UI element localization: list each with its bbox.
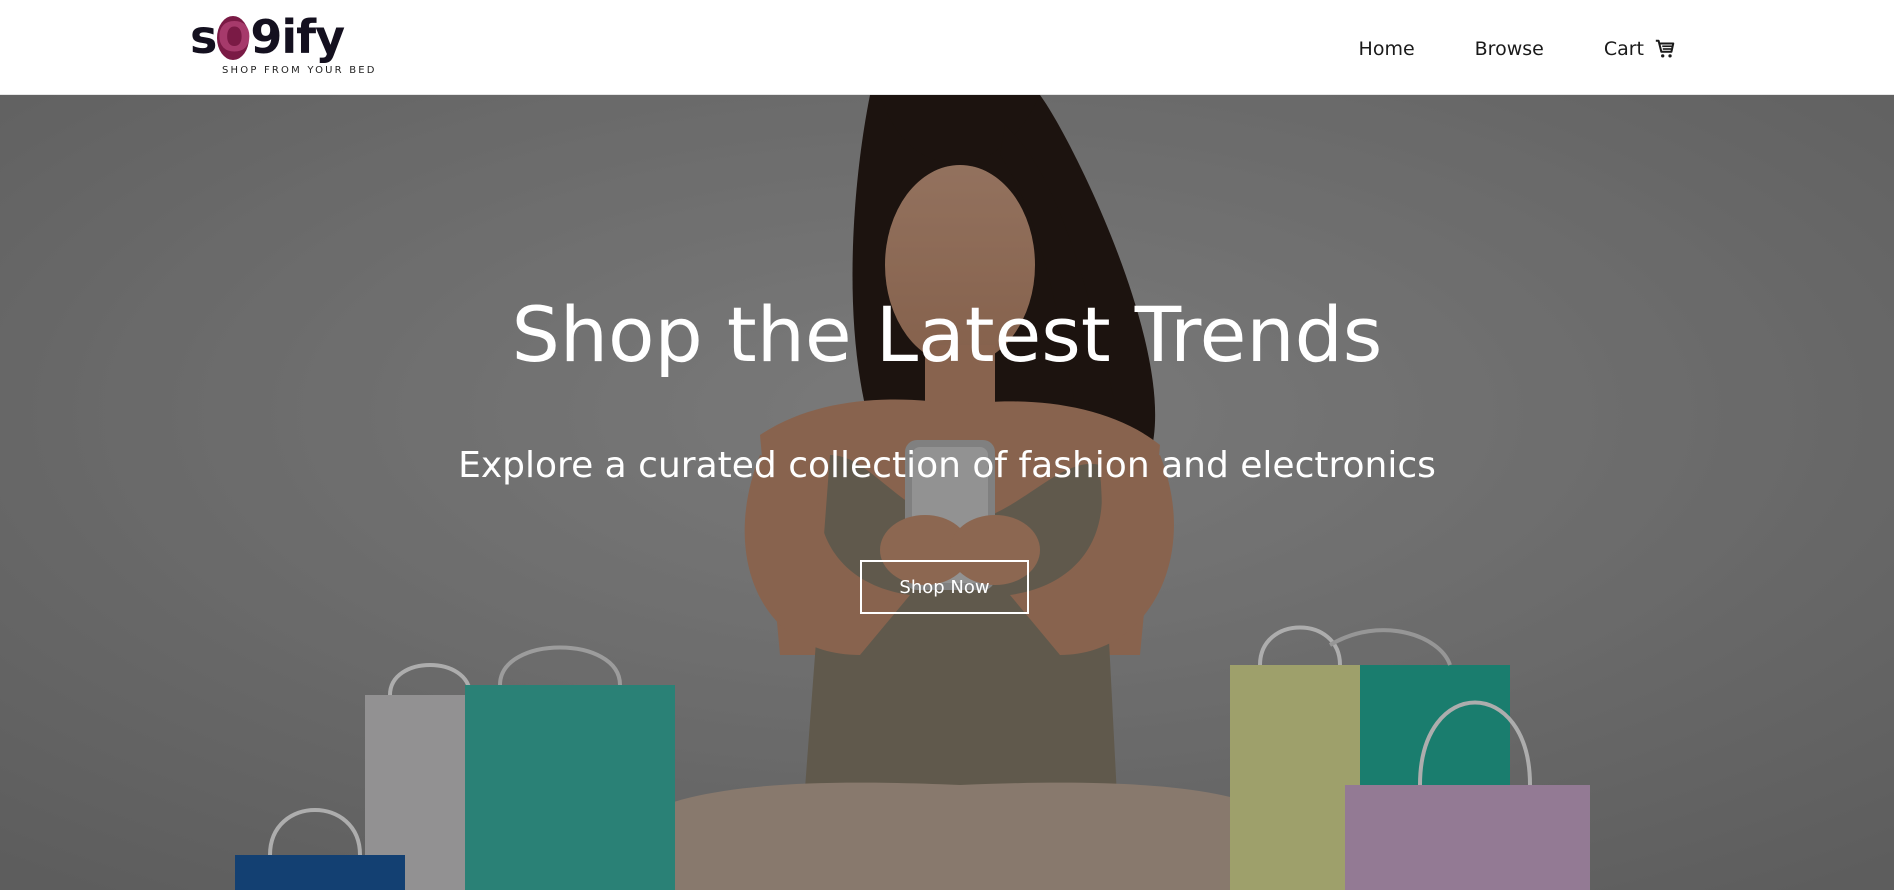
main-nav: Home Browse Cart — [1359, 34, 1676, 64]
hero-content: Shop the Latest Trends Explore a curated… — [0, 95, 1894, 890]
logo-wordmark: sO9ify — [190, 10, 345, 64]
hero-banner: Shop the Latest Trends Explore a curated… — [0, 95, 1894, 890]
logo-suffix: 9ify — [250, 10, 345, 64]
logo-accent-letter: O — [217, 15, 251, 61]
nav-home-link[interactable]: Home — [1359, 38, 1415, 60]
shop-now-button[interactable]: Shop Now — [860, 560, 1029, 614]
logo-tagline: SHOP FROM YOUR BED — [222, 65, 377, 76]
nav-browse-link[interactable]: Browse — [1475, 38, 1544, 60]
nav-cart-link[interactable]: Cart — [1604, 38, 1676, 60]
logo-prefix: s — [190, 10, 217, 64]
site-logo[interactable]: sO9ify SHOP FROM YOUR BED — [190, 12, 390, 82]
nav-cart-label: Cart — [1603, 38, 1644, 60]
hero-subtitle: Explore a curated collection of fashion … — [458, 445, 1436, 486]
site-header: sO9ify SHOP FROM YOUR BED Home Browse Ca… — [0, 0, 1894, 95]
shopping-cart-icon — [1655, 39, 1675, 58]
hero-title: Shop the Latest Trends — [511, 290, 1383, 379]
